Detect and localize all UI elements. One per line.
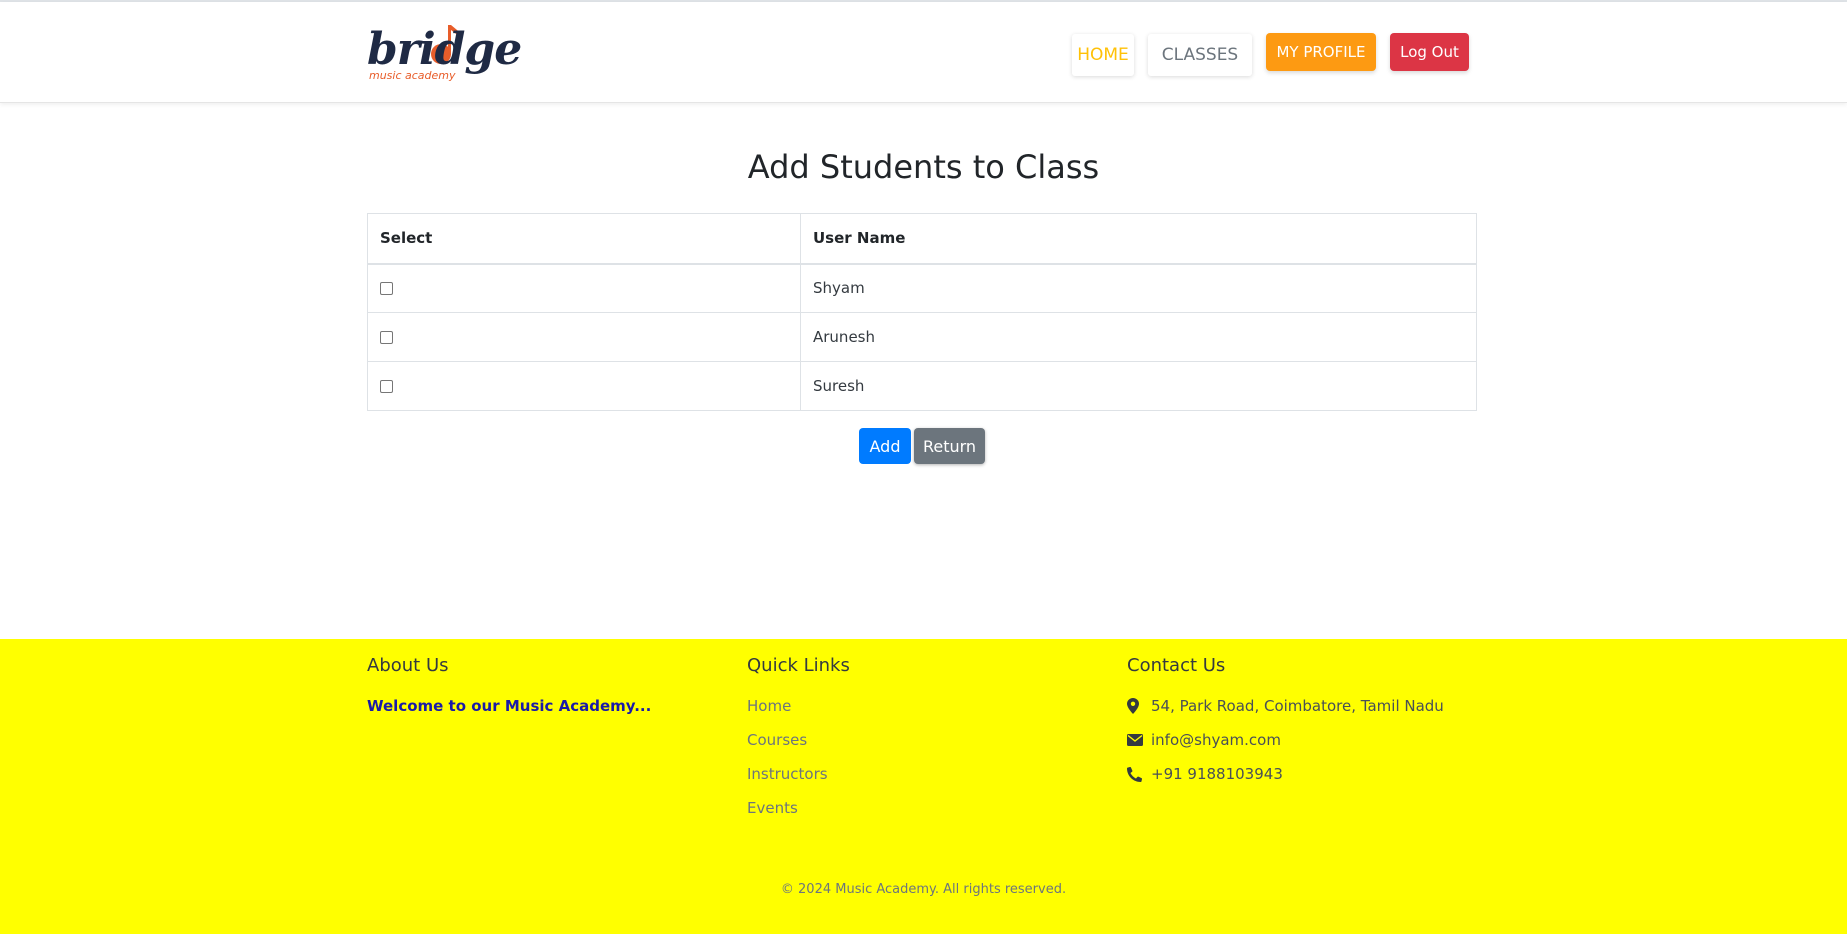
column-header-select: Select — [367, 213, 801, 265]
map-marker-icon — [1127, 697, 1147, 715]
select-cell — [367, 263, 801, 313]
footer-contact: Contact Us 54, Park Road, Coimbatore, Ta… — [1127, 655, 1444, 799]
user-name-cell: Arunesh — [800, 312, 1477, 362]
table-row: Arunesh — [367, 312, 1477, 362]
logo-wordmark: bridge — [367, 24, 522, 75]
footer-quick-links-heading: Quick Links — [747, 655, 850, 676]
column-header-user-name: User Name — [800, 213, 1477, 265]
footer-link-courses[interactable]: Courses — [747, 731, 850, 765]
footer-about: About Us Welcome to our Music Academy... — [367, 655, 651, 715]
select-cell — [367, 361, 801, 411]
contact-phone: +91 9188103943 — [1127, 765, 1444, 799]
select-checkbox[interactable] — [380, 282, 393, 296]
table-row: Shyam — [367, 263, 1477, 313]
contact-email: info@shyam.com — [1127, 731, 1444, 765]
nav-home-link[interactable]: HOME — [1072, 34, 1134, 76]
page-title: Add Students to Class — [747, 148, 1100, 186]
footer-link-home[interactable]: Home — [747, 697, 850, 731]
return-button[interactable]: Return — [914, 428, 985, 464]
table-header-row: Select User Name — [367, 213, 1477, 265]
phone-icon — [1127, 765, 1147, 783]
user-name-cell: Suresh — [800, 361, 1477, 411]
contact-address: 54, Park Road, Coimbatore, Tamil Nadu — [1127, 697, 1444, 731]
site-logo[interactable]: bridge music academy — [367, 23, 522, 85]
site-footer: About Us Welcome to our Music Academy...… — [0, 639, 1847, 934]
footer-link-instructors[interactable]: Instructors — [747, 765, 850, 799]
logout-button[interactable]: Log Out — [1390, 33, 1469, 71]
footer-contact-heading: Contact Us — [1127, 655, 1226, 676]
add-button[interactable]: Add — [859, 428, 911, 464]
footer-about-heading: About Us — [367, 655, 449, 676]
contact-email-text[interactable]: info@shyam.com — [1151, 731, 1281, 749]
select-checkbox[interactable] — [380, 380, 393, 393]
select-cell — [367, 312, 801, 362]
table-row: Suresh — [367, 361, 1477, 411]
footer-quick-links: Quick Links Home Courses Instructors Eve… — [747, 655, 850, 833]
students-table: Select User Name Shyam Arunesh Suresh — [367, 213, 1477, 411]
my-profile-button[interactable]: MY PROFILE — [1266, 33, 1376, 71]
envelope-icon — [1127, 731, 1147, 749]
copyright-text: © 2024 Music Academy. All rights reserve… — [780, 882, 1067, 897]
select-checkbox[interactable] — [380, 331, 393, 344]
site-header: bridge music academy HOME CLASSES MY PRO… — [0, 2, 1847, 103]
contact-address-text: 54, Park Road, Coimbatore, Tamil Nadu — [1151, 697, 1444, 715]
user-name-cell: Shyam — [800, 263, 1477, 313]
footer-link-events[interactable]: Events — [747, 799, 850, 833]
footer-about-text: Welcome to our Music Academy... — [367, 697, 652, 715]
nav-classes-link[interactable]: CLASSES — [1148, 34, 1252, 76]
contact-phone-text[interactable]: +91 9188103943 — [1151, 765, 1283, 783]
logo-tagline: music academy — [369, 69, 456, 82]
